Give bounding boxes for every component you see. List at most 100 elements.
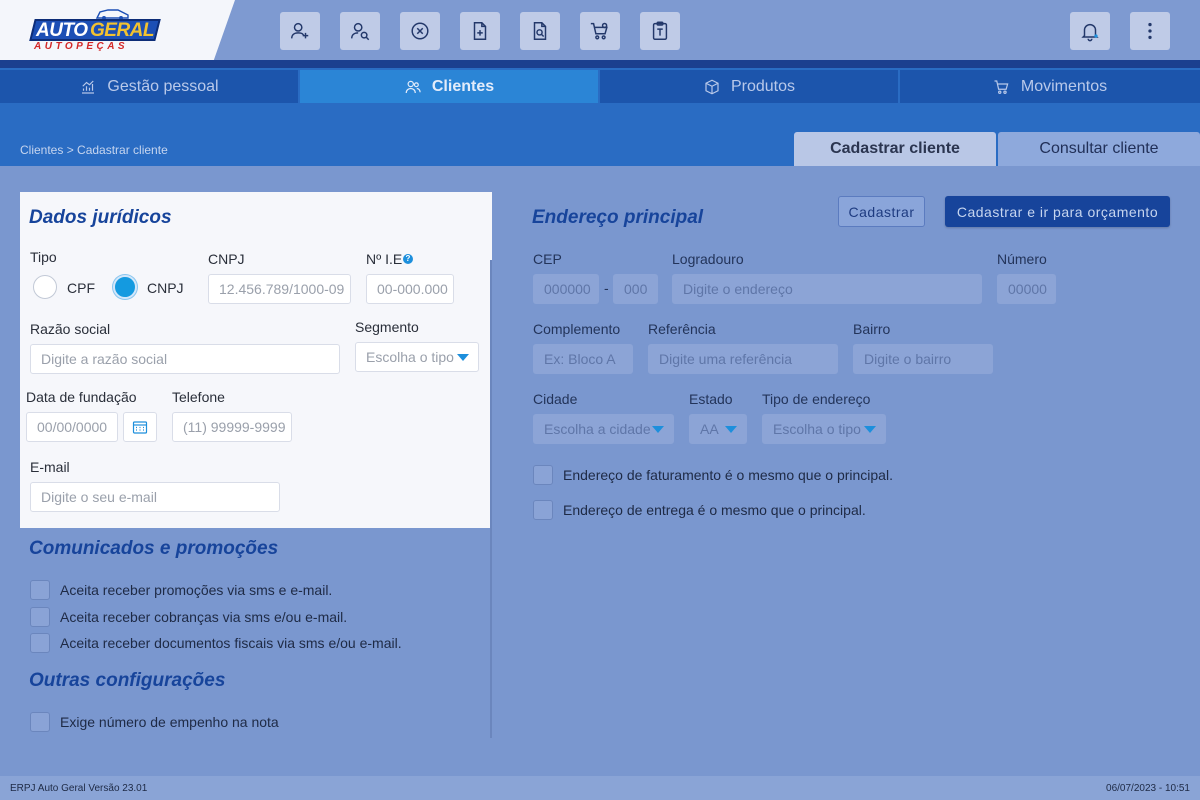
help-icon[interactable]: ?	[403, 254, 413, 264]
cidade-value: Escolha a cidade	[544, 421, 651, 437]
subtab-cadastrar-cliente[interactable]: Cadastrar cliente	[794, 132, 996, 166]
search-user-button[interactable]	[340, 12, 380, 50]
checkbox-empenho[interactable]	[30, 712, 50, 732]
tipo-endereco-select[interactable]: Escolha o tipo	[762, 414, 886, 444]
radio-cpf-label: CPF	[67, 280, 95, 296]
radio-cnpj-label: CNPJ	[147, 280, 184, 296]
checkbox-promocoes-label: Aceita receber promoções via sms e e-mai…	[60, 582, 333, 598]
cancel-button[interactable]	[400, 12, 440, 50]
chevron-down-icon	[652, 426, 664, 433]
cep-input-1[interactable]: 000000	[533, 274, 599, 304]
complemento-input[interactable]: Ex: Bloco A	[533, 344, 633, 374]
cnpj-input[interactable]: 12.456.789/1000-09	[208, 274, 351, 304]
tipo-label: Tipo	[30, 249, 57, 265]
tipo-endereco-value: Escolha o tipo	[773, 421, 861, 437]
tab-produtos[interactable]: Produtos	[600, 70, 898, 103]
dados-juridicos-title: Dados jurídicos	[29, 207, 172, 228]
version-text: ERPJ Auto Geral Versão 23.01	[10, 783, 148, 794]
brand-logo: AUTO GERAL AUTOPEÇAS	[29, 8, 162, 54]
segmento-select[interactable]: Escolha o tipo	[355, 342, 479, 372]
tipo-endereco-label: Tipo de endereço	[762, 391, 871, 407]
cadastrar-orcamento-button[interactable]: Cadastrar e ir para orçamento	[945, 196, 1170, 227]
more-vertical-icon	[1148, 22, 1152, 40]
status-bar: ERPJ Auto Geral Versão 23.01 06/07/2023 …	[0, 776, 1200, 800]
email-input[interactable]: Digite o seu e-mail	[30, 482, 280, 512]
cart-settings-button[interactable]	[580, 12, 620, 50]
calendar-button[interactable]	[123, 412, 157, 442]
subtab-consultar-cliente[interactable]: Consultar cliente	[998, 132, 1200, 166]
data-fundacao-input[interactable]: 00/00/0000	[26, 412, 118, 442]
checkbox-cobrancas[interactable]	[30, 607, 50, 627]
tab-label: Produtos	[730, 77, 796, 95]
search-user-icon	[351, 22, 370, 41]
tab-label: Clientes	[431, 77, 495, 95]
tab-gestao-pessoal[interactable]: Gestão pessoal	[0, 70, 298, 103]
cep-label: CEP	[533, 251, 562, 267]
cnpj-label: CNPJ	[208, 251, 245, 267]
top-toolbar: AUTO GERAL AUTOPEÇAS	[0, 0, 1200, 60]
logo-area: AUTO GERAL AUTOPEÇAS	[0, 0, 235, 60]
bairro-input[interactable]: Digite o bairro	[853, 344, 993, 374]
bell-icon	[1081, 23, 1099, 42]
checkbox-faturamento[interactable]	[533, 465, 553, 485]
razao-social-label: Razão social	[30, 321, 111, 337]
referencia-label: Referência	[648, 321, 716, 337]
radio-cpf[interactable]	[33, 275, 57, 299]
checkbox-entrega-label: Endereço de entrega é o mesmo que o prin…	[563, 502, 866, 518]
cart-settings-icon	[590, 22, 608, 40]
chart-icon	[82, 80, 95, 94]
estado-label: Estado	[689, 391, 733, 407]
telefone-input[interactable]: (11) 99999-9999	[172, 412, 292, 442]
checkbox-promocoes[interactable]	[30, 580, 50, 600]
search-document-icon	[533, 22, 547, 40]
checkbox-entrega[interactable]	[533, 500, 553, 520]
cep-input-2[interactable]: 000	[613, 274, 658, 304]
radio-cnpj[interactable]	[113, 275, 137, 299]
tab-label: Movimentos	[1020, 77, 1108, 95]
outras-configuracoes-title: Outras configurações	[29, 670, 226, 691]
new-document-button[interactable]	[460, 12, 500, 50]
breadcrumb: Clientes > Cadastrar cliente	[20, 143, 168, 157]
section-divider	[490, 260, 492, 738]
tab-movimentos[interactable]: Movimentos	[900, 70, 1200, 103]
chevron-down-icon	[457, 354, 469, 361]
ie-input[interactable]: 00-000.000	[366, 274, 454, 304]
cart-icon	[994, 79, 1009, 94]
chevron-down-icon	[864, 426, 876, 433]
cancel-circle-icon	[411, 22, 429, 40]
chevron-down-icon	[725, 426, 737, 433]
ie-label: Nº I.E	[366, 251, 403, 267]
navigation-stripe	[0, 60, 1200, 68]
checkbox-documentos-fiscais[interactable]	[30, 633, 50, 653]
add-user-button[interactable]	[280, 12, 320, 50]
razao-social-input[interactable]: Digite a razão social	[30, 344, 340, 374]
checkbox-empenho-label: Exige número de empenho na nota	[60, 714, 279, 730]
numero-input[interactable]: 00000	[997, 274, 1056, 304]
box-icon	[705, 79, 719, 94]
logo-word-auto: AUTO	[36, 20, 88, 41]
logo-subtitle: AUTOPEÇAS	[34, 41, 129, 52]
cidade-label: Cidade	[533, 391, 578, 407]
estado-value: AA	[700, 421, 719, 437]
cadastrar-button[interactable]: Cadastrar	[838, 196, 925, 227]
referencia-input[interactable]: Digite uma referência	[648, 344, 838, 374]
more-options-button[interactable]	[1130, 12, 1170, 50]
numero-label: Número	[997, 251, 1047, 267]
clipboard-button[interactable]	[640, 12, 680, 50]
checkbox-faturamento-label: Endereço de faturamento é o mesmo que o …	[563, 467, 893, 483]
segmento-label: Segmento	[355, 319, 419, 335]
new-document-icon	[473, 22, 487, 40]
search-document-button[interactable]	[520, 12, 560, 50]
cidade-select[interactable]: Escolha a cidade	[533, 414, 674, 444]
cep-separator: -	[604, 280, 609, 296]
segmento-value: Escolha o tipo	[366, 349, 454, 365]
comunicados-title: Comunicados e promoções	[29, 538, 279, 559]
telefone-label: Telefone	[172, 389, 225, 405]
tab-clientes[interactable]: Clientes	[300, 70, 598, 103]
notifications-button[interactable]	[1070, 12, 1110, 50]
data-fundacao-label: Data de fundação	[26, 389, 137, 405]
estado-select[interactable]: AA	[689, 414, 747, 444]
logradouro-input[interactable]: Digite o endereço	[672, 274, 982, 304]
endereco-principal-title: Endereço principal	[532, 207, 704, 228]
bairro-label: Bairro	[853, 321, 891, 337]
